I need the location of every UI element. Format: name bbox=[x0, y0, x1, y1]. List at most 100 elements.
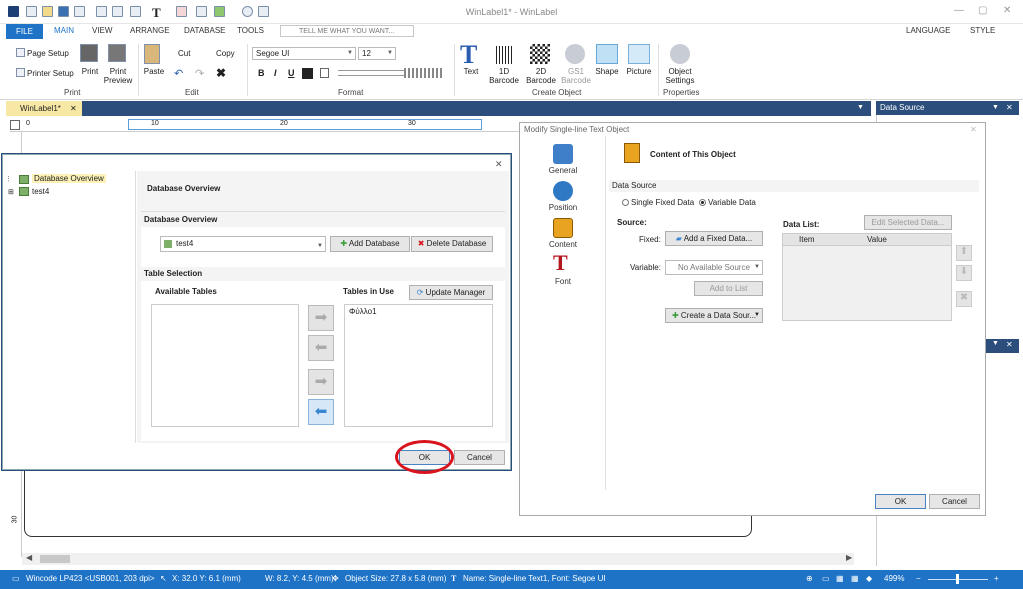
close-button[interactable]: ✕ bbox=[1003, 5, 1011, 16]
close-icon[interactable]: ✕ bbox=[970, 125, 977, 134]
general-icon[interactable] bbox=[553, 144, 573, 164]
add-database-button[interactable]: ✚ Add Database bbox=[330, 236, 410, 252]
tree-item-database-overview[interactable]: Database Overview bbox=[32, 174, 106, 183]
variable-label: Variable: bbox=[630, 263, 661, 272]
page-setup-button[interactable]: Page Setup bbox=[27, 49, 69, 58]
barcode-2d-button[interactable]: 2D Barcode bbox=[522, 67, 560, 85]
database-select[interactable]: test4 ▼ bbox=[160, 236, 326, 252]
redo-icon[interactable]: ↷ bbox=[195, 67, 204, 80]
chevron-down-icon[interactable]: ▼ bbox=[992, 101, 999, 115]
fit-width-icon[interactable]: ▭ bbox=[822, 574, 830, 583]
inverse-icon[interactable] bbox=[302, 68, 313, 79]
border-icon[interactable] bbox=[320, 68, 329, 78]
font-name-select[interactable]: Segoe UI ▼ bbox=[252, 47, 356, 60]
move-up-icon[interactable]: ⬆ bbox=[956, 245, 972, 261]
spacing-icons[interactable] bbox=[404, 68, 444, 78]
align-icons[interactable] bbox=[338, 70, 408, 76]
grid-icon[interactable]: ▦ bbox=[851, 574, 859, 583]
move-right-icon[interactable]: ➡ bbox=[308, 305, 334, 331]
font-size-select[interactable]: 12 ▼ bbox=[358, 47, 396, 60]
tell-me-input[interactable]: TELL ME WHAT YOU WANT... bbox=[280, 25, 414, 37]
underline-button[interactable]: U bbox=[288, 68, 295, 78]
language-menu[interactable]: LANGUAGE bbox=[906, 26, 950, 35]
modify-cancel-button[interactable]: Cancel bbox=[929, 494, 980, 509]
add-fixed-data-button[interactable]: ▰ Add a Fixed Data... bbox=[665, 231, 763, 246]
document-tab[interactable]: WinLabel1* ✕ bbox=[6, 101, 82, 116]
sidebar-item-font[interactable]: Font bbox=[533, 277, 593, 286]
undo-icon[interactable]: ↶ bbox=[174, 67, 183, 80]
tag-icon[interactable]: ◆ bbox=[866, 574, 872, 583]
sidebar-item-position[interactable]: Position bbox=[533, 203, 593, 212]
tab-menu-icon[interactable]: ▼ bbox=[857, 104, 864, 111]
expand-icon[interactable]: ⊞ bbox=[8, 188, 14, 196]
status-wh: W: 8.2, Y: 4.5 (mm) bbox=[265, 574, 334, 583]
position-icon[interactable] bbox=[553, 181, 573, 201]
move-left-icon[interactable]: ⬅ bbox=[308, 335, 334, 361]
paste-button[interactable]: Paste bbox=[142, 67, 166, 76]
horizontal-scrollbar[interactable]: ◀ ▶ bbox=[22, 553, 854, 565]
close-icon[interactable]: ✕ bbox=[1006, 340, 1013, 349]
move-down-icon[interactable]: ⬇ bbox=[956, 265, 972, 281]
delete-icon[interactable]: ✖ bbox=[216, 66, 226, 80]
single-fixed-radio[interactable] bbox=[622, 199, 629, 206]
edit-selected-data-button[interactable]: Edit Selected Data... bbox=[864, 215, 952, 230]
printer-icon: ▭ bbox=[12, 574, 20, 583]
maximize-button[interactable]: ▢ bbox=[978, 5, 987, 16]
tab-database[interactable]: DATABASE bbox=[184, 26, 226, 35]
object-settings-button[interactable]: Object Settings bbox=[660, 67, 700, 85]
print-button[interactable]: Print bbox=[80, 67, 100, 76]
copy-button[interactable]: Copy bbox=[216, 49, 235, 58]
move-all-left-icon[interactable]: ⬅ bbox=[308, 399, 334, 425]
variable-data-label[interactable]: Variable Data bbox=[708, 198, 756, 207]
minimize-button[interactable]: — bbox=[954, 5, 964, 16]
db-cancel-button[interactable]: Cancel bbox=[454, 450, 505, 465]
chevron-down-icon[interactable]: ▼ bbox=[992, 340, 999, 347]
zoom-slider-thumb[interactable] bbox=[956, 574, 959, 584]
bold-button[interactable]: B bbox=[258, 68, 265, 78]
data-list-table[interactable]: Item Value bbox=[782, 233, 952, 321]
tab-tools[interactable]: TOOLS bbox=[237, 26, 264, 35]
add-to-list-button[interactable]: Add to List bbox=[694, 281, 763, 296]
text-object-button[interactable]: Text bbox=[458, 67, 484, 76]
barcode-1d-button[interactable]: 1D Barcode bbox=[486, 67, 522, 85]
tree-item-test4[interactable]: test4 bbox=[32, 187, 49, 196]
variable-source-select[interactable]: No Available Source ▼ bbox=[665, 260, 763, 275]
sidebar-item-content[interactable]: Content bbox=[533, 240, 593, 249]
cut-button[interactable]: Cut bbox=[178, 49, 190, 58]
single-fixed-label[interactable]: Single Fixed Data bbox=[631, 198, 694, 207]
zoom-in-button[interactable]: + bbox=[994, 574, 999, 583]
tab-main[interactable]: MAIN bbox=[54, 26, 74, 35]
create-data-source-button[interactable]: ✚ Create a Data Sour... ▼ bbox=[665, 308, 763, 323]
scroll-thumb[interactable] bbox=[40, 555, 70, 563]
scroll-left-icon[interactable]: ◀ bbox=[26, 553, 32, 562]
tab-arrange[interactable]: ARRANGE bbox=[130, 26, 170, 35]
content-icon[interactable] bbox=[553, 218, 573, 238]
delete-row-icon[interactable]: ✖ bbox=[956, 291, 972, 307]
print-preview-button[interactable]: Print Preview bbox=[102, 67, 134, 85]
shape-button[interactable]: Shape bbox=[592, 67, 622, 76]
zoom-out-button[interactable]: − bbox=[916, 574, 921, 583]
available-tables-list[interactable] bbox=[151, 304, 299, 427]
fit-icon[interactable]: ⊕ bbox=[806, 574, 813, 583]
modify-ok-button[interactable]: OK bbox=[875, 494, 926, 509]
fit-page-icon[interactable]: ▦ bbox=[836, 574, 844, 583]
tab-file[interactable]: FILE bbox=[6, 24, 43, 39]
update-manager-button[interactable]: ⟳ Update Manager bbox=[409, 285, 493, 300]
scroll-right-icon[interactable]: ▶ bbox=[846, 553, 852, 562]
picture-button[interactable]: Picture bbox=[624, 67, 654, 76]
close-icon[interactable]: ✕ bbox=[70, 101, 77, 116]
close-icon[interactable]: ✕ bbox=[1006, 101, 1013, 115]
gs1-button[interactable]: GS1 Barcode bbox=[558, 67, 594, 85]
variable-data-radio[interactable] bbox=[699, 199, 706, 206]
italic-button[interactable]: I bbox=[274, 68, 277, 78]
list-item[interactable]: Φύλλο1 bbox=[349, 307, 377, 316]
move-all-right-icon[interactable]: ➡ bbox=[308, 369, 334, 395]
tables-in-use-list[interactable]: Φύλλο1 bbox=[344, 304, 493, 427]
delete-database-button[interactable]: ✖ Delete Database bbox=[411, 236, 493, 252]
font-icon[interactable]: T bbox=[553, 250, 568, 276]
sidebar-item-general[interactable]: General bbox=[533, 166, 593, 175]
close-icon[interactable]: ✕ bbox=[495, 159, 503, 170]
tab-view[interactable]: VIEW bbox=[92, 26, 112, 35]
style-menu[interactable]: STYLE bbox=[970, 26, 995, 35]
printer-setup-button[interactable]: Printer Setup bbox=[27, 69, 74, 78]
